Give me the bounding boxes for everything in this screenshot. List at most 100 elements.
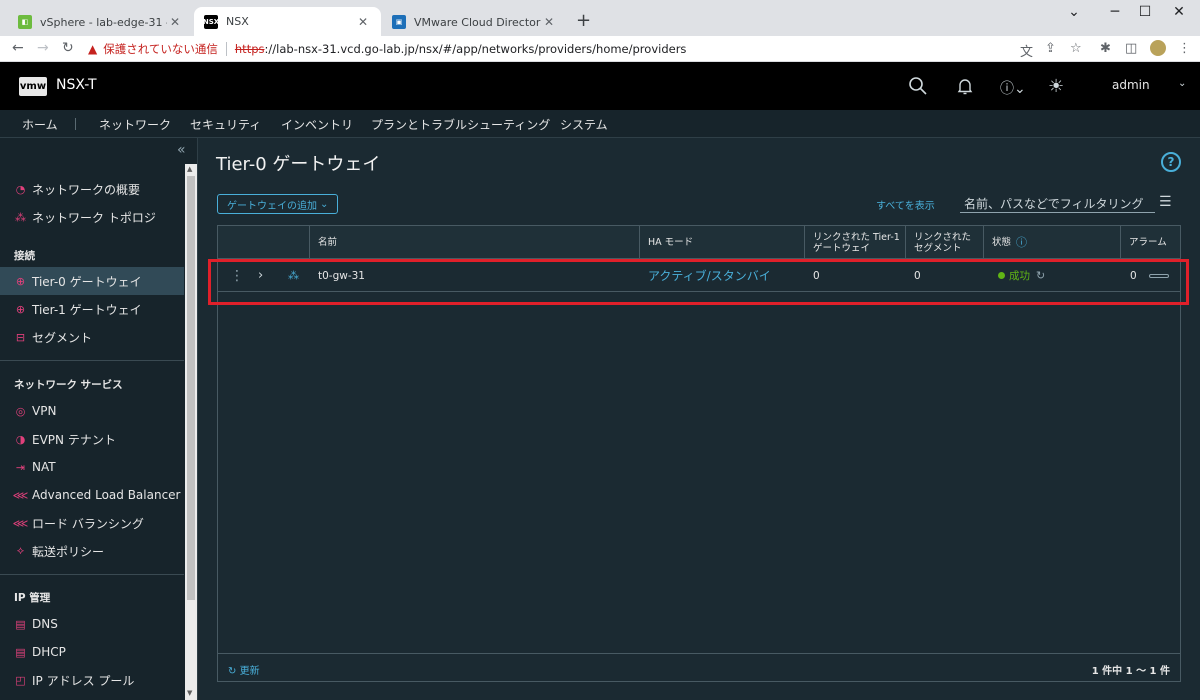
bell-icon[interactable] xyxy=(955,76,975,101)
refresh-icon: ↻ xyxy=(228,666,237,677)
extensions-icon[interactable]: ✱ xyxy=(1100,41,1111,56)
sidebar-section-connect: 接続 xyxy=(14,250,35,262)
share-icon[interactable]: ⇪ xyxy=(1045,41,1056,56)
gauge-icon: ◔ xyxy=(15,182,26,196)
bookmark-star-icon[interactable]: ☆ xyxy=(1070,41,1082,56)
menu-kebab-icon[interactable]: ⋮ xyxy=(1178,41,1191,56)
security-label[interactable]: 保護されていない通信 xyxy=(103,41,218,57)
sidebar-item-segments[interactable]: ⊟ セグメント xyxy=(0,323,184,351)
column-status[interactable]: 状態 ⓘ xyxy=(983,226,1120,259)
warning-icon: ▲ xyxy=(88,42,98,56)
pagination-count: 1 件中 1 ～ 1 件 xyxy=(1091,666,1170,677)
load-balancer-icon: ⋘ xyxy=(12,516,29,530)
close-icon[interactable]: ✕ xyxy=(167,15,183,29)
primary-nav: ホーム ネットワーク セキュリティ インベントリ プランとトラブルシューティング… xyxy=(0,110,1200,140)
sidebar-item-dhcp[interactable]: ▤ DHCP xyxy=(0,638,184,666)
vmware-logo: vmw xyxy=(19,77,47,96)
scroll-up-icon[interactable]: ▲ xyxy=(187,165,192,173)
column-name[interactable]: 名前 xyxy=(309,226,639,259)
window-close-icon[interactable]: ✕ xyxy=(1164,4,1194,20)
scroll-thumb[interactable] xyxy=(187,176,195,600)
sidebar-item-tier0-gateway[interactable]: ⊕ Tier-0 ゲートウェイ xyxy=(0,267,184,295)
refresh-button[interactable]: ↻ 更新 xyxy=(228,662,260,677)
dns-icon: ▤ xyxy=(15,617,26,631)
new-tab-button[interactable]: + xyxy=(576,10,591,31)
sidebar-item-network-overview[interactable]: ◔ ネットワークの概要 xyxy=(0,175,184,203)
segment-icon: ⊟ xyxy=(15,330,26,344)
show-all-link[interactable]: すべてを表示 xyxy=(876,197,935,212)
scroll-down-icon[interactable]: ▼ xyxy=(187,689,192,697)
column-linked-tier1[interactable]: リンクされた Tier-1 ゲートウェイ xyxy=(804,226,905,259)
sidebar-item-ip-address-pool[interactable]: ◰ IP アドレス プール xyxy=(0,666,184,694)
topology-icon: ⁂ xyxy=(15,210,26,224)
sidebar-item-advanced-load-balancer[interactable]: ⋘ Advanced Load Balancer xyxy=(0,481,184,509)
back-icon[interactable]: ← xyxy=(12,40,24,56)
sidebar-item-vpn[interactable]: ◎ VPN xyxy=(0,397,184,425)
search-icon[interactable] xyxy=(908,76,928,101)
nav-plan-troubleshoot[interactable]: プランとトラブルシューティング xyxy=(371,116,550,133)
column-ha-mode[interactable]: HA モード xyxy=(639,226,804,259)
profile-avatar[interactable] xyxy=(1148,38,1168,58)
sidebar-item-dns[interactable]: ▤ DNS xyxy=(0,610,184,638)
tab-search-icon[interactable]: ⌄ xyxy=(1059,4,1089,20)
close-icon[interactable]: ✕ xyxy=(355,15,371,29)
forward-icon[interactable]: → xyxy=(37,40,49,56)
maximize-icon[interactable]: ☐ xyxy=(1130,4,1160,20)
sidebar-section-ip-management: IP 管理 xyxy=(14,592,51,604)
sidebar-item-network-topology[interactable]: ⁂ ネットワーク トポロジ xyxy=(0,203,184,231)
column-linked-segments[interactable]: リンクされた セグメント xyxy=(905,226,983,259)
nav-system[interactable]: システム xyxy=(560,116,608,133)
user-menu[interactable]: admin xyxy=(1112,78,1150,92)
app-header: vmw NSX-T ⓘ⌄ ☀ admin ⌄ xyxy=(0,62,1200,110)
globe-icon: ⊕ xyxy=(15,302,26,316)
nav-security[interactable]: セキュリティ xyxy=(190,116,261,133)
url-scheme: https xyxy=(234,42,265,56)
sidepanel-icon[interactable]: ◫ xyxy=(1125,41,1137,56)
browser-tab-nsx[interactable]: NSX NSX ✕ xyxy=(194,7,381,36)
nav-home[interactable]: ホーム xyxy=(22,116,58,133)
sidebar-item-tier1-gateway[interactable]: ⊕ Tier-1 ゲートウェイ xyxy=(0,295,184,323)
sidebar-divider xyxy=(0,360,184,361)
collapse-sidebar-icon[interactable]: « xyxy=(177,142,186,158)
sidebar-scrollbar[interactable]: ▲ ▼ xyxy=(185,164,197,700)
sidebar-item-nat[interactable]: ⇥ NAT xyxy=(0,453,184,481)
filter-input[interactable]: 名前、パスなどでフィルタリング xyxy=(960,191,1155,213)
theme-sun-icon[interactable]: ☀ xyxy=(1048,76,1064,97)
info-icon[interactable]: ⓘ xyxy=(1016,237,1027,248)
nsx-icon: NSX xyxy=(203,14,219,29)
browser-address-bar: ← → ↻ ▲ 保護されていない通信 https ://lab-nsx-31.v… xyxy=(0,36,1200,62)
globe-icon: ⊕ xyxy=(15,274,26,288)
evpn-icon: ◑ xyxy=(15,432,26,446)
add-gateway-button[interactable]: ゲートウェイの追加 ⌄ xyxy=(217,194,339,214)
sidebar-section-network-services: ネットワーク サービス xyxy=(14,379,123,391)
nat-icon: ⇥ xyxy=(15,460,26,474)
table-footer: ↻ 更新 1 件中 1 ～ 1 件 xyxy=(218,653,1180,681)
sidebar: « ◔ ネットワークの概要 ⁂ ネットワーク トポロジ 接続 ⊕ Tier-0 … xyxy=(0,138,198,700)
sidebar-item-load-balancing[interactable]: ⋘ ロード バランシング xyxy=(0,509,184,537)
vcd-icon: ▣ xyxy=(392,14,406,29)
nav-network[interactable]: ネットワーク xyxy=(99,116,172,140)
sidebar-item-evpn-tenant[interactable]: ◑ EVPN テナント xyxy=(0,425,184,453)
vpn-icon: ◎ xyxy=(15,404,26,418)
app-title: NSX-T xyxy=(56,77,97,93)
vsphere-icon: ◧ xyxy=(18,14,32,29)
highlight-annotation-box xyxy=(208,259,1189,305)
minimize-icon[interactable]: ─ xyxy=(1100,4,1130,20)
browser-tab-vcd[interactable]: ▣ VMware Cloud Director - 外部ネ ✕ xyxy=(382,7,567,36)
load-balancer-icon: ⋘ xyxy=(12,488,29,502)
reload-icon[interactable]: ↻ xyxy=(62,40,74,56)
chevron-down-icon[interactable]: ⌄ xyxy=(1178,78,1186,89)
main-content: Tier-0 ゲートウェイ ? ゲートウェイの追加 ⌄ すべてを表示 名前、パス… xyxy=(199,138,1200,700)
nav-inventory[interactable]: インベントリ xyxy=(281,116,353,133)
url-input[interactable]: ▲ 保護されていない通信 https ://lab-nsx-31.vcd.go-… xyxy=(88,38,1023,60)
browser-tab-bar: ◧ vSphere - lab-edge-31 - サマリ ✕ NSX NSX … xyxy=(0,0,1200,36)
column-alarms[interactable]: アラーム xyxy=(1120,226,1180,259)
filter-icon[interactable]: ☰ xyxy=(1159,194,1172,210)
dhcp-icon: ▤ xyxy=(15,645,26,659)
help-icon[interactable]: ? xyxy=(1161,152,1181,172)
translate-icon[interactable]: 文 xyxy=(1020,41,1033,60)
close-icon[interactable]: ✕ xyxy=(541,15,557,29)
browser-tab-vsphere[interactable]: ◧ vSphere - lab-edge-31 - サマリ ✕ xyxy=(8,7,193,36)
help-menu-icon[interactable]: ⓘ⌄ xyxy=(1000,78,1026,98)
sidebar-item-forwarding-policy[interactable]: ⟡ 転送ポリシー xyxy=(0,537,184,565)
